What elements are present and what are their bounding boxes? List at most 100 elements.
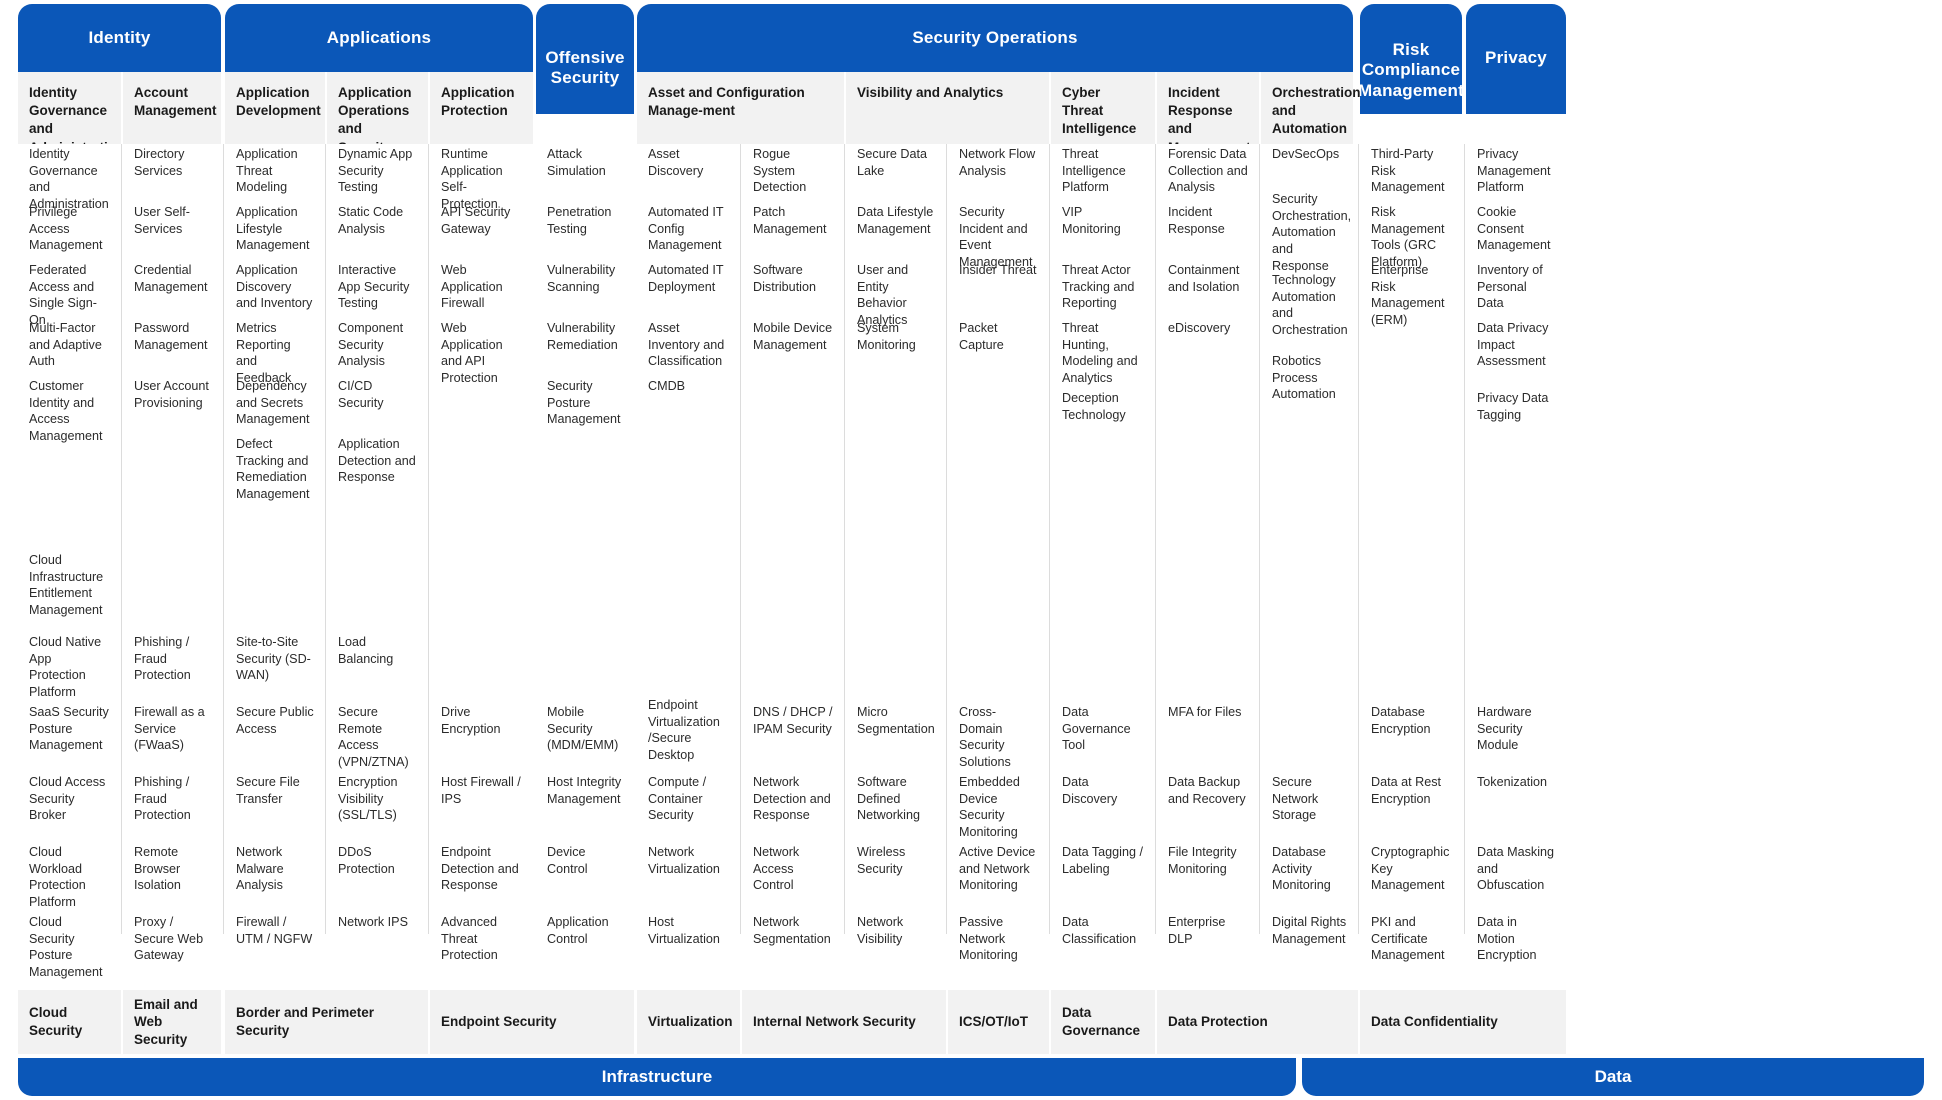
capability-cell[interactable]: Network Visibility: [846, 914, 946, 947]
capability-cell[interactable]: eDiscovery: [1157, 320, 1259, 337]
capability-cell[interactable]: Data in Motion Encryption: [1466, 914, 1566, 964]
capability-cell[interactable]: Cloud Workload Protection Platform: [18, 844, 121, 911]
capability-cell[interactable]: Threat Actor Tracking and Reporting: [1051, 262, 1155, 312]
capability-cell[interactable]: Application Lifestyle Management: [225, 204, 325, 254]
capability-cell[interactable]: Tokenization: [1466, 774, 1566, 791]
capability-cell[interactable]: Risk Management Tools (GRC Platform): [1360, 204, 1462, 271]
capability-cell[interactable]: Threat Intelligence Platform: [1051, 146, 1155, 196]
capability-cell[interactable]: Application Threat Modeling: [225, 146, 325, 196]
capability-cell[interactable]: Security Posture Management: [536, 378, 634, 428]
capability-cell[interactable]: Load Balancing: [327, 634, 428, 667]
capability-cell[interactable]: Host Firewall / IPS: [430, 774, 533, 807]
capability-cell[interactable]: Automated IT Config Management: [637, 204, 740, 254]
capability-cell[interactable]: Remote Browser Isolation: [123, 844, 221, 894]
capability-cell[interactable]: Data at Rest Encryption: [1360, 774, 1462, 807]
capability-cell[interactable]: Application Control: [536, 914, 634, 947]
capability-cell[interactable]: Privacy Management Platform: [1466, 146, 1566, 196]
capability-cell[interactable]: User Self-Services: [123, 204, 221, 237]
capability-cell[interactable]: Cloud Native App Protection Platform: [18, 634, 121, 701]
capability-cell[interactable]: Secure Remote Access (VPN/ZTNA): [327, 704, 428, 771]
capability-cell[interactable]: Encryption Visibility (SSL/TLS): [327, 774, 428, 824]
capability-cell[interactable]: CMDB: [637, 378, 740, 395]
capability-cell[interactable]: Secure File Transfer: [225, 774, 325, 807]
capability-cell[interactable]: Metrics Reporting and Feedback: [225, 320, 325, 387]
capability-cell[interactable]: Micro Segmentation: [846, 704, 946, 737]
capability-cell[interactable]: Application Detection and Response: [327, 436, 428, 486]
capability-cell[interactable]: Forensic Data Collection and Analysis: [1157, 146, 1259, 196]
capability-cell[interactable]: Secure Public Access: [225, 704, 325, 737]
capability-cell[interactable]: Security Orchestration, Automation and R…: [1261, 191, 1358, 275]
capability-cell[interactable]: Dynamic App Security Testing: [327, 146, 428, 196]
capability-cell[interactable]: DevSecOps: [1261, 146, 1358, 163]
capability-cell[interactable]: Rogue System Detection: [742, 146, 844, 196]
capability-cell[interactable]: Inventory of Personal Data: [1466, 262, 1566, 312]
capability-cell[interactable]: Cloud Security Posture Management: [18, 914, 121, 981]
capability-cell[interactable]: Database Activity Monitoring: [1261, 844, 1358, 894]
capability-cell[interactable]: Interactive App Security Testing: [327, 262, 428, 312]
capability-cell[interactable]: Firewall / UTM / NGFW: [225, 914, 325, 947]
capability-cell[interactable]: Device Control: [536, 844, 634, 877]
capability-cell[interactable]: Data Classification: [1051, 914, 1155, 947]
capability-cell[interactable]: Cross-Domain Security Solutions: [948, 704, 1049, 771]
capability-cell[interactable]: Static Code Analysis: [327, 204, 428, 237]
capability-cell[interactable]: Mobile Device Management: [742, 320, 844, 353]
capability-cell[interactable]: Cookie Consent Management: [1466, 204, 1566, 254]
capability-cell[interactable]: Customer Identity and Access Management: [18, 378, 121, 445]
capability-cell[interactable]: Web Application and API Protection: [430, 320, 533, 387]
capability-cell[interactable]: Containment and Isolation: [1157, 262, 1259, 295]
capability-cell[interactable]: PKI and Certificate Management: [1360, 914, 1462, 964]
capability-cell[interactable]: Security Incident and Event Management: [948, 204, 1049, 271]
capability-cell[interactable]: Third-Party Risk Management: [1360, 146, 1462, 196]
capability-cell[interactable]: Secure Network Storage: [1261, 774, 1358, 824]
capability-cell[interactable]: Technology Automation and Orchestration: [1261, 272, 1358, 339]
capability-cell[interactable]: Vulnerability Remediation: [536, 320, 634, 353]
capability-cell[interactable]: User Account Provisioning: [123, 378, 221, 411]
capability-cell[interactable]: CI/CD Security: [327, 378, 428, 411]
capability-cell[interactable]: Network Detection and Response: [742, 774, 844, 824]
capability-cell[interactable]: Embedded Device Security Monitoring: [948, 774, 1049, 841]
capability-cell[interactable]: Software Distribution: [742, 262, 844, 295]
capability-cell[interactable]: Federated Access and Single Sign-On: [18, 262, 121, 329]
capability-cell[interactable]: Data Discovery: [1051, 774, 1155, 807]
capability-cell[interactable]: Data Governance Tool: [1051, 704, 1155, 754]
capability-cell[interactable]: Data Privacy Impact Assessment: [1466, 320, 1566, 370]
capability-cell[interactable]: Asset Discovery: [637, 146, 740, 179]
capability-cell[interactable]: Site-to-Site Security (SD-WAN): [225, 634, 325, 684]
capability-cell[interactable]: Identity Governance and Administration: [18, 146, 121, 213]
capability-cell[interactable]: Directory Services: [123, 146, 221, 179]
capability-cell[interactable]: Vulnerability Scanning: [536, 262, 634, 295]
capability-cell[interactable]: Patch Management: [742, 204, 844, 237]
capability-cell[interactable]: Incident Response: [1157, 204, 1259, 237]
capability-cell[interactable]: Hardware Security Module: [1466, 704, 1566, 754]
capability-cell[interactable]: Host Integrity Management: [536, 774, 634, 807]
capability-cell[interactable]: VIP Monitoring: [1051, 204, 1155, 237]
capability-cell[interactable]: Endpoint Virtualization /Secure Desktop: [637, 697, 740, 764]
capability-cell[interactable]: Passive Network Monitoring: [948, 914, 1049, 964]
capability-cell[interactable]: Network Access Control: [742, 844, 844, 894]
capability-cell[interactable]: Application Discovery and Inventory: [225, 262, 325, 312]
capability-cell[interactable]: Network Malware Analysis: [225, 844, 325, 894]
capability-cell[interactable]: Web Application Firewall: [430, 262, 533, 312]
capability-cell[interactable]: Automated IT Deployment: [637, 262, 740, 295]
capability-cell[interactable]: Insider Threat: [948, 262, 1049, 279]
capability-cell[interactable]: Credential Management: [123, 262, 221, 295]
capability-cell[interactable]: Mobile Security (MDM/EMM): [536, 704, 634, 754]
capability-cell[interactable]: Privacy Data Tagging: [1466, 390, 1566, 423]
capability-cell[interactable]: Privilege Access Management: [18, 204, 121, 254]
capability-cell[interactable]: Enterprise DLP: [1157, 914, 1259, 947]
capability-cell[interactable]: Software Defined Networking: [846, 774, 946, 824]
capability-cell[interactable]: Attack Simulation: [536, 146, 634, 179]
capability-cell[interactable]: Firewall as a Service (FWaaS): [123, 704, 221, 754]
capability-cell[interactable]: Digital Rights Management: [1261, 914, 1358, 947]
capability-cell[interactable]: Cloud Access Security Broker: [18, 774, 121, 824]
capability-cell[interactable]: System Monitoring: [846, 320, 946, 353]
capability-cell[interactable]: Component Security Analysis: [327, 320, 428, 370]
capability-cell[interactable]: Packet Capture: [948, 320, 1049, 353]
capability-cell[interactable]: Deception Technology: [1051, 390, 1155, 423]
capability-cell[interactable]: Cryptographic Key Management: [1360, 844, 1462, 894]
capability-cell[interactable]: DNS / DHCP / IPAM Security: [742, 704, 844, 737]
capability-cell[interactable]: MFA for Files: [1157, 704, 1259, 721]
capability-cell[interactable]: Network Flow Analysis: [948, 146, 1049, 179]
capability-cell[interactable]: Runtime Application Self- Protection: [430, 146, 533, 213]
capability-cell[interactable]: API Security Gateway: [430, 204, 533, 237]
